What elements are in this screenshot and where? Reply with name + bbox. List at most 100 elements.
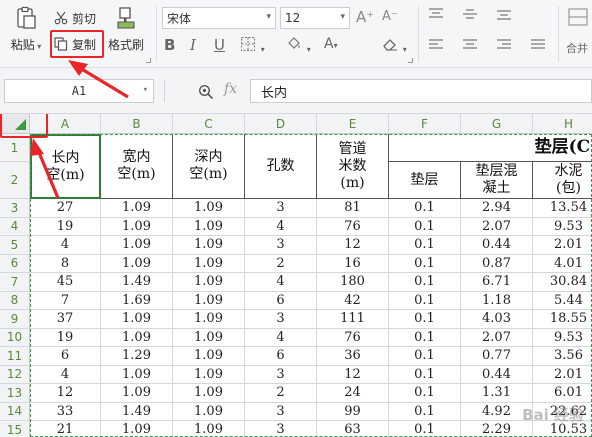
table-cell[interactable]: 1.09 <box>101 384 173 403</box>
table-cell[interactable]: 3 <box>245 236 317 255</box>
italic-button[interactable]: I <box>190 36 196 54</box>
name-box[interactable]: A1 ▾ <box>4 79 154 103</box>
table-cell[interactable]: 9.53 <box>533 328 592 347</box>
table-cell[interactable]: 2.07 <box>461 328 533 347</box>
decrease-font-size-button[interactable]: A⁻ <box>382 9 398 24</box>
table-cell[interactable]: 0.1 <box>389 254 461 273</box>
column-header[interactable]: D <box>245 114 317 134</box>
row-header[interactable]: 1 <box>0 134 30 162</box>
row-header[interactable]: 2 <box>0 162 30 199</box>
table-cell[interactable]: 4 <box>245 217 317 236</box>
header-cell[interactable]: 宽内 空(m) <box>101 134 173 199</box>
row-header[interactable]: 12 <box>0 365 30 384</box>
table-cell[interactable]: 6 <box>245 291 317 310</box>
row-header[interactable]: 7 <box>0 273 30 292</box>
table-cell[interactable]: 0.87 <box>461 254 533 273</box>
table-cell[interactable]: 19 <box>30 328 101 347</box>
justify-button[interactable] <box>530 38 546 55</box>
table-cell[interactable]: 8 <box>30 254 101 273</box>
insert-function-button[interactable]: fx <box>224 81 237 97</box>
format-painter-button[interactable]: 格式刷 <box>106 6 146 56</box>
font-name-select[interactable]: 宋体 ▾ <box>162 7 276 29</box>
table-cell[interactable]: 1.09 <box>173 291 245 310</box>
table-cell[interactable]: 30.84 <box>533 273 592 292</box>
font-color-button[interactable]: A▾ <box>324 36 338 52</box>
table-cell[interactable]: 1.09 <box>173 328 245 347</box>
table-cell[interactable]: 0.1 <box>389 384 461 403</box>
header-cell[interactable]: 管道 米数 (m) <box>317 134 389 199</box>
active-cell[interactable]: 长内 空(m) <box>30 134 101 199</box>
table-cell[interactable]: 1.69 <box>101 291 173 310</box>
table-cell[interactable]: 1.09 <box>101 421 173 437</box>
table-cell[interactable]: 21 <box>30 421 101 437</box>
table-cell[interactable]: 12 <box>317 365 389 384</box>
table-cell[interactable]: 3 <box>245 310 317 329</box>
table-cell[interactable]: 9.53 <box>533 217 592 236</box>
align-right-button[interactable] <box>496 38 512 55</box>
table-cell[interactable]: 18.55 <box>533 310 592 329</box>
table-cell[interactable]: 5.44 <box>533 291 592 310</box>
table-cell[interactable]: 3 <box>245 365 317 384</box>
table-cell[interactable]: 24 <box>317 384 389 403</box>
table-cell[interactable]: 1.18 <box>461 291 533 310</box>
table-cell[interactable]: 63 <box>317 421 389 437</box>
header-cell[interactable]: 垫层混 凝土 <box>461 162 533 199</box>
row-header[interactable]: 4 <box>0 217 30 236</box>
row-header[interactable]: 11 <box>0 347 30 366</box>
table-cell[interactable]: 33 <box>30 402 101 421</box>
header-cell[interactable]: 深内 空(m) <box>173 134 245 199</box>
zoom-search-button[interactable] <box>198 84 214 103</box>
table-cell[interactable]: 1.09 <box>173 347 245 366</box>
table-cell[interactable]: 1.09 <box>173 254 245 273</box>
table-cell[interactable]: 4.03 <box>461 310 533 329</box>
table-cell[interactable]: 1.29 <box>101 347 173 366</box>
table-cell[interactable]: 37 <box>30 310 101 329</box>
table-cell[interactable]: 4 <box>245 328 317 347</box>
table-cell[interactable]: 3 <box>245 199 317 218</box>
table-cell[interactable]: 2.94 <box>461 199 533 218</box>
borders-button[interactable]: ▾ <box>240 36 265 56</box>
fill-color-button[interactable]: ▾ <box>286 36 311 56</box>
table-cell[interactable]: 4 <box>30 236 101 255</box>
table-cell[interactable]: 1.09 <box>173 273 245 292</box>
column-header[interactable]: F <box>389 114 461 134</box>
table-cell[interactable]: 1.31 <box>461 384 533 403</box>
bold-button[interactable]: B <box>164 36 175 54</box>
table-cell[interactable]: 2.01 <box>533 236 592 255</box>
table-cell[interactable]: 180 <box>317 273 389 292</box>
row-header[interactable]: 15 <box>0 421 30 437</box>
table-cell[interactable]: 0.1 <box>389 347 461 366</box>
table-cell[interactable]: 6 <box>245 347 317 366</box>
table-cell[interactable]: 36 <box>317 347 389 366</box>
row-header[interactable]: 6 <box>0 254 30 273</box>
table-cell[interactable]: 12 <box>317 236 389 255</box>
align-left-button[interactable] <box>428 38 444 55</box>
table-cell[interactable]: 1.09 <box>173 199 245 218</box>
header-cell-group[interactable]: 垫层(C1 <box>389 134 592 162</box>
table-cell[interactable]: 3 <box>245 402 317 421</box>
table-cell[interactable]: 0.1 <box>389 291 461 310</box>
table-cell[interactable]: 2 <box>245 254 317 273</box>
table-cell[interactable]: 0.44 <box>461 236 533 255</box>
align-middle-button[interactable] <box>462 8 478 25</box>
table-cell[interactable]: 1.09 <box>101 365 173 384</box>
table-cell[interactable]: 3.56 <box>533 347 592 366</box>
table-cell[interactable]: 1.09 <box>173 402 245 421</box>
table-cell[interactable]: 1.09 <box>101 254 173 273</box>
table-cell[interactable]: 4 <box>245 273 317 292</box>
formula-input[interactable]: 长内 <box>250 79 592 103</box>
table-cell[interactable]: 6.71 <box>461 273 533 292</box>
increase-font-size-button[interactable]: A⁺ <box>356 8 374 26</box>
table-cell[interactable]: 1.09 <box>173 310 245 329</box>
table-cell[interactable]: 12 <box>30 384 101 403</box>
table-cell[interactable]: 1.09 <box>173 384 245 403</box>
table-cell[interactable]: 6 <box>30 347 101 366</box>
header-cell[interactable]: 孔数 <box>245 134 317 199</box>
table-cell[interactable]: 0.1 <box>389 199 461 218</box>
header-cell[interactable]: 垫层 <box>389 162 461 199</box>
table-cell[interactable]: 0.1 <box>389 421 461 437</box>
table-cell[interactable]: 1.09 <box>101 236 173 255</box>
font-size-select[interactable]: 12 ▾ <box>280 7 350 29</box>
column-header[interactable]: C <box>173 114 245 134</box>
table-cell[interactable]: 6.01 <box>533 384 592 403</box>
